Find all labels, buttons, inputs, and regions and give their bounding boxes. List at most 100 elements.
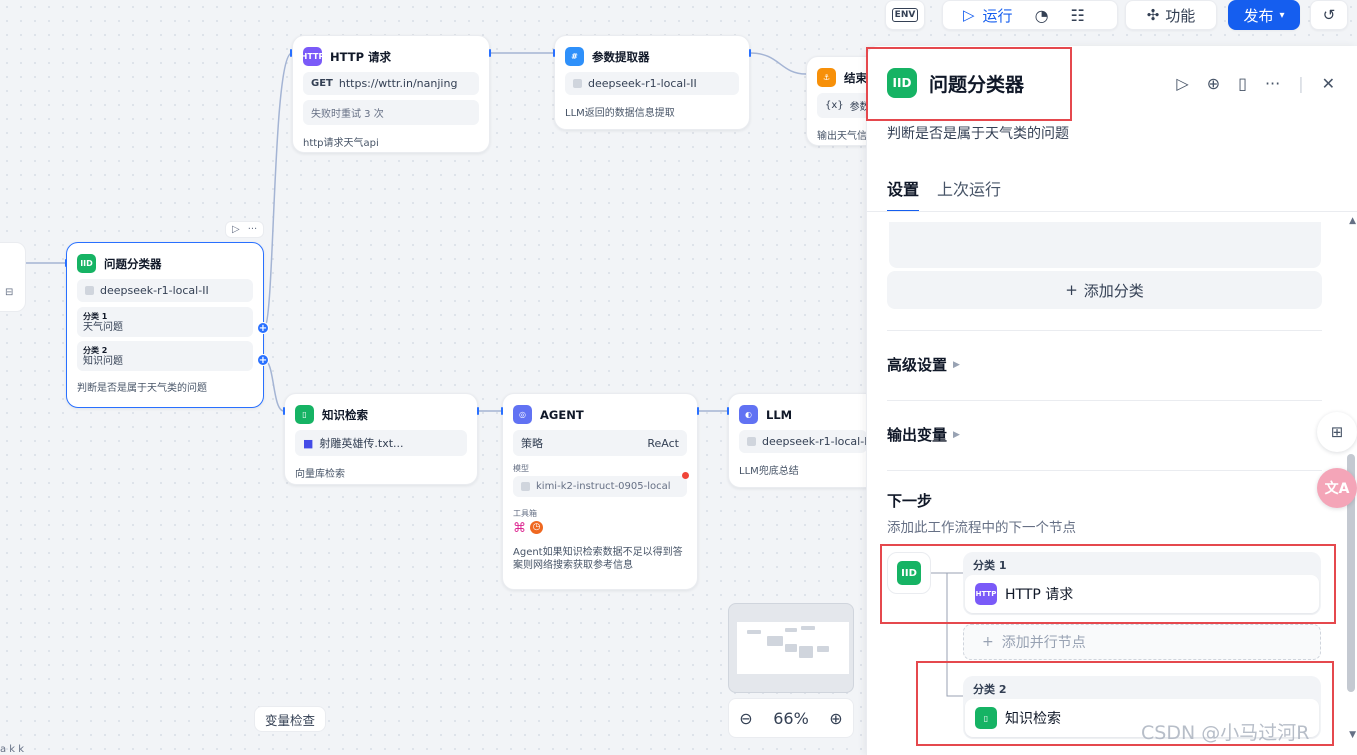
watermark: CSDN @小马过河R — [1141, 722, 1310, 744]
node-llm[interactable]: ◐ LLM deepseek-r1-local-II LLM兜底总结 — [728, 393, 878, 488]
node-title: LLM — [766, 407, 793, 422]
run-node-icon[interactable]: ▷ — [232, 224, 240, 235]
run-toolbar-group: ▷ 运行 ◔ ☷ — [942, 0, 1118, 30]
more-icon[interactable]: ··· — [248, 224, 258, 235]
dataset-pill: ■ 射雕英雄传.txt... — [295, 430, 467, 456]
minimap[interactable] — [728, 603, 854, 693]
zoom-out-icon[interactable]: ⊖ — [739, 709, 752, 728]
env-button[interactable]: ENV — [885, 0, 925, 30]
model-name: deepseek-r1-local-II — [588, 77, 697, 90]
node-mini-toolbar: ▷ ··· — [225, 221, 265, 238]
hash-icon: # — [565, 47, 584, 66]
var-icon: {x} — [825, 100, 844, 111]
class-label: 分类 1 — [83, 312, 108, 321]
highlight-box — [866, 47, 1072, 121]
publish-label: 发布 — [1243, 6, 1274, 25]
model-icon — [521, 482, 530, 491]
add-branch-1-handle[interactable]: + — [257, 322, 269, 334]
node-knowledge-retrieval[interactable]: ▯ 知识检索 ■ 射雕英雄传.txt... 向量库检索 — [284, 393, 478, 485]
model-pill: kimi-k2-instruct-0905-local — [513, 476, 687, 497]
history-icon: ↺ — [1322, 6, 1336, 24]
model-name: deepseek-r1-local-II — [762, 435, 867, 448]
strategy-pill: 策略 ReAct — [513, 430, 687, 456]
classifier-icon: IID — [77, 254, 96, 273]
node-title: 参数提取器 — [592, 49, 650, 64]
minimap-node — [785, 644, 797, 652]
input-handle[interactable] — [290, 49, 292, 57]
node-title: AGENT — [540, 407, 584, 422]
minimap-node — [817, 646, 829, 652]
scroll-down-icon[interactable]: ▼ — [1349, 730, 1356, 740]
features-button[interactable]: ✣ 功能 — [1125, 0, 1217, 30]
add-branch-2-handle[interactable]: + — [257, 354, 269, 366]
input-handle[interactable] — [283, 407, 285, 415]
node-question-classifier[interactable]: IID 问题分类器 deepseek-r1-local-II 分类 1 天气问题… — [66, 242, 264, 408]
node-desc: 向量库检索 — [295, 469, 345, 480]
minimap-viewport — [737, 622, 849, 674]
features-label: 功能 — [1165, 6, 1196, 25]
translate-icon: 文A — [1324, 481, 1350, 497]
http-icon: HTTP — [301, 47, 324, 66]
node-desc: LLM兜底总结 — [739, 466, 799, 477]
model-icon — [747, 437, 756, 446]
node-title: 知识检索 — [322, 407, 368, 422]
node-agent[interactable]: ◎ AGENT 策略 ReAct 模型 kimi-k2-instruct-090… — [502, 393, 698, 590]
model-icon — [85, 286, 94, 295]
node-param-extractor[interactable]: # 参数提取器 deepseek-r1-local-II LLM返回的数据信息提… — [554, 35, 750, 130]
input-handle[interactable] — [501, 407, 503, 415]
input-handle[interactable] — [65, 259, 67, 267]
dataset-name: 射雕英雄传.txt... — [319, 437, 404, 450]
model-pill: deepseek-r1-local-II — [739, 430, 867, 453]
scroll-up-icon[interactable]: ▲ — [1349, 216, 1356, 226]
highlight-box — [880, 544, 1336, 624]
strategy-value: ReAct — [647, 436, 679, 450]
node-title: 问题分类器 — [104, 256, 162, 271]
zoom-in-icon[interactable]: ⊕ — [829, 709, 842, 728]
input-handle[interactable] — [727, 407, 729, 415]
book-icon: ▯ — [295, 405, 314, 424]
translate-button[interactable]: 文A — [1317, 468, 1357, 508]
history-button[interactable]: ↺ — [1310, 0, 1348, 30]
plus-icon: + — [982, 634, 994, 650]
apps-icon: ⊞ — [1330, 423, 1344, 441]
output-handle[interactable] — [489, 49, 491, 57]
model-pill: deepseek-r1-local-II — [565, 72, 739, 95]
list-icon[interactable]: ☷ — [1071, 6, 1085, 25]
publish-button[interactable]: 发布 ▾ — [1228, 0, 1300, 30]
node-desc: 判断是否是属于天气类的问题 — [77, 383, 207, 394]
output-handle[interactable] — [697, 407, 699, 415]
http-url: GET https://wttr.in/nanjing — [303, 72, 479, 95]
minimap-node — [785, 628, 797, 632]
http-method: GET — [311, 78, 333, 89]
class-item: 分类 2 知识问题 — [77, 341, 253, 371]
chevron-down-icon: ▾ — [1279, 9, 1285, 21]
output-handle[interactable] — [749, 49, 751, 57]
model-name: kimi-k2-instruct-0905-local — [536, 481, 671, 492]
output-handle[interactable] — [477, 407, 479, 415]
clock-icon: ◷ — [530, 521, 543, 534]
add-parallel-label: 添加并行节点 — [1001, 635, 1086, 651]
node-desc: http请求天气api — [303, 138, 379, 149]
checklist-icon[interactable]: ◔ — [1035, 6, 1049, 25]
folder-icon: ■ — [303, 436, 314, 450]
node-http-request[interactable]: HTTP HTTP 请求 GET https://wttr.in/nanjing… — [292, 35, 490, 153]
strategy-label: 策略 — [521, 437, 543, 450]
warning-dot — [682, 472, 689, 479]
input-handle[interactable] — [553, 49, 555, 57]
zoom-level[interactable]: 66% — [773, 709, 809, 728]
model-icon — [573, 79, 582, 88]
tool-icon: ⌘ — [513, 521, 526, 536]
model-label: 模型 — [513, 464, 529, 473]
apps-button[interactable]: ⊞ — [1317, 412, 1357, 452]
model-pill: deepseek-r1-local-II — [77, 279, 253, 302]
minimap-node — [747, 630, 761, 634]
previous-node-stub[interactable]: ⊟ — [0, 242, 26, 312]
class-value: 天气问题 — [83, 322, 123, 333]
url-text: https://wttr.in/nanjing — [338, 77, 458, 90]
run-button[interactable]: 运行 — [983, 5, 1013, 26]
node-title: 结束 — [844, 70, 867, 85]
add-parallel-node-button[interactable]: + 添加并行节点 — [963, 624, 1321, 660]
tools-list: ⌘ ◷ — [503, 521, 697, 536]
class-label: 分类 2 — [83, 346, 108, 355]
variable-inspect-button[interactable]: 变量检查 — [254, 706, 326, 732]
